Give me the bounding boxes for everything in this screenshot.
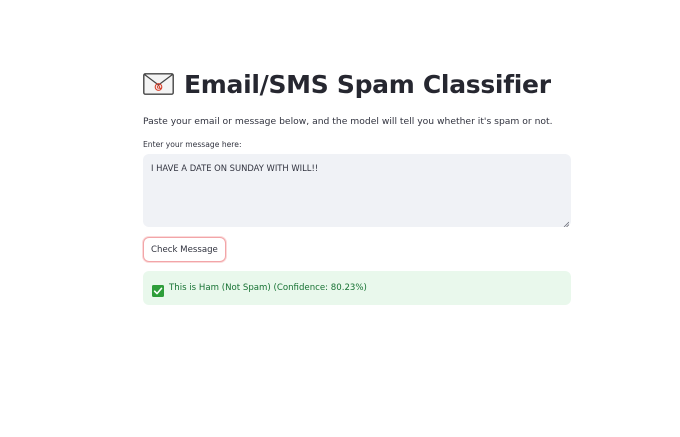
check-message-button[interactable]: Check Message [143,237,226,262]
result-text: This is Ham (Not Spam) (Confidence: 80.2… [169,283,367,293]
message-text: I HAVE A DATE ON SUNDAY WITH WILL!! [151,163,319,173]
title-row: Email/SMS Spam Classifier [143,66,571,102]
resize-handle-icon[interactable] [563,219,570,228]
main-container: Email/SMS Spam Classifier Paste your ema… [143,66,571,305]
page-description: Paste your email or message below, and t… [143,116,553,127]
page-title: Email/SMS Spam Classifier [184,69,551,99]
result-alert: This is Ham (Not Spam) (Confidence: 80.2… [143,271,571,305]
envelope-icon [143,73,174,95]
check-mark-icon [152,282,164,297]
message-field-label: Enter your message here: [143,140,242,149]
message-textarea[interactable]: I HAVE A DATE ON SUNDAY WITH WILL!! [143,154,571,228]
